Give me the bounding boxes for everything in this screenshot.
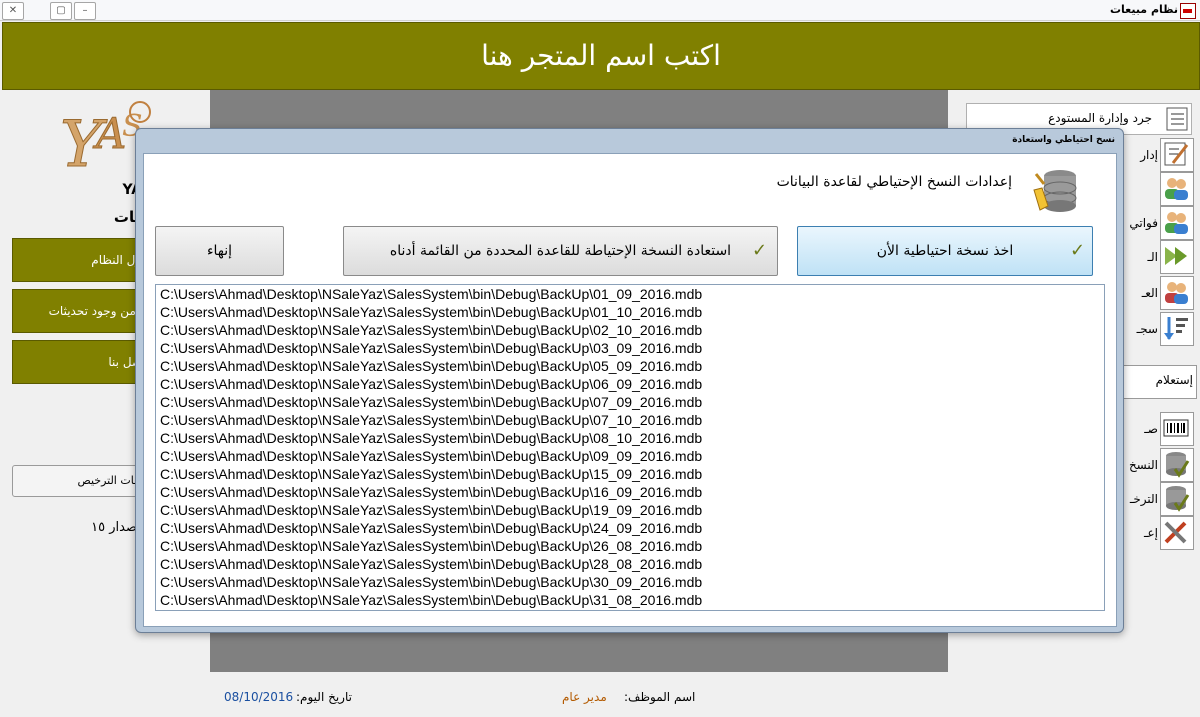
- list-item[interactable]: C:\Users\Ahmad\Desktop\NSaleYaz\SalesSys…: [156, 591, 1104, 609]
- minimize-button[interactable]: –: [74, 2, 96, 20]
- store-banner: اكتب اسم المتجر هنا: [2, 22, 1200, 90]
- app-icon: [1180, 3, 1196, 19]
- list-item[interactable]: C:\Users\Ahmad\Desktop\NSaleYaz\SalesSys…: [156, 339, 1104, 357]
- restore-icon: ▢: [56, 5, 66, 16]
- inventory-label: جرد وإدارة المستودع: [1048, 111, 1152, 125]
- settings-nav-button[interactable]: [1160, 516, 1194, 550]
- store-name[interactable]: اكتب اسم المتجر هنا: [3, 23, 1199, 89]
- minimize-icon: –: [82, 5, 88, 16]
- database-icon: [1166, 452, 1190, 478]
- records-button[interactable]: [1160, 312, 1194, 346]
- restore-backup-label: استعادة النسخة الإحتياطة للقاعدة المحددة…: [389, 243, 732, 259]
- invoices-button[interactable]: [1160, 206, 1194, 240]
- check-updates-button[interactable]: ق من وجود تحديثات: [12, 289, 150, 333]
- users-icon: [1165, 178, 1188, 200]
- barcode-icon: [1163, 419, 1189, 437]
- list-item[interactable]: C:\Users\Ahmad\Desktop\NSaleYaz\SalesSys…: [156, 393, 1104, 411]
- check-icon: ✓: [752, 240, 768, 261]
- list-item[interactable]: C:\Users\Ahmad\Desktop\NSaleYaz\SalesSys…: [156, 321, 1104, 339]
- list-item[interactable]: C:\Users\Ahmad\Desktop\NSaleYaz\SalesSys…: [156, 573, 1104, 591]
- clients-button[interactable]: [1160, 276, 1194, 310]
- date-value: 08/10/2016: [224, 690, 294, 704]
- tools-icon: [1164, 521, 1187, 544]
- list-item[interactable]: C:\Users\Ahmad\Desktop\NSaleYaz\SalesSys…: [156, 555, 1104, 573]
- check-icon: ✓: [1070, 240, 1086, 261]
- close-button[interactable]: ✕: [2, 2, 24, 20]
- customers-icon: [1165, 212, 1188, 234]
- forward-arrow-icon: [1165, 247, 1187, 265]
- list-item[interactable]: C:\Users\Ahmad\Desktop\NSaleYaz\SalesSys…: [156, 465, 1104, 483]
- sort-icon: [1164, 317, 1188, 340]
- query-label: إستعلام: [1155, 373, 1193, 387]
- backup-nav-button[interactable]: [1160, 448, 1194, 482]
- barcode-button[interactable]: [1160, 412, 1194, 446]
- list-item[interactable]: C:\Users\Ahmad\Desktop\NSaleYaz\SalesSys…: [156, 501, 1104, 519]
- dialog-heading: إعدادات النسخ الإحتياطي لقاعدة البيانات: [776, 174, 1012, 190]
- license-info-button[interactable]: لومات الترخيص: [12, 465, 150, 497]
- list-item[interactable]: C:\Users\Ahmad\Desktop\NSaleYaz\SalesSys…: [156, 537, 1104, 555]
- about-system-button[interactable]: حول النظام: [12, 238, 150, 282]
- window-titlebar: ✕ ▢ – نظام مبيعات: [0, 0, 1200, 21]
- close-icon: ✕: [8, 5, 18, 16]
- date-label: تاريخ اليوم:: [296, 690, 352, 704]
- window-title: نظام مبيعات: [1109, 3, 1178, 16]
- employee-value: مدير عام: [562, 690, 607, 704]
- restore-backup-button[interactable]: ✓ استعادة النسخة الإحتياطة للقاعدة المحد…: [343, 226, 778, 276]
- dialog-title: نسخ احتياطي واستعادة: [1012, 135, 1115, 145]
- list-item[interactable]: C:\Users\Ahmad\Desktop\NSaleYaz\SalesSys…: [156, 429, 1104, 447]
- management-button[interactable]: [1160, 138, 1194, 172]
- take-backup-button[interactable]: ✓ اخذ نسخة احتياطية الأن: [797, 226, 1093, 276]
- license-database-icon: [1166, 486, 1190, 512]
- list-item[interactable]: C:\Users\Ahmad\Desktop\NSaleYaz\SalesSys…: [156, 285, 1104, 303]
- license-nav-button[interactable]: [1160, 482, 1194, 516]
- list-item[interactable]: C:\Users\Ahmad\Desktop\NSaleYaz\SalesSys…: [156, 519, 1104, 537]
- contact-us-button[interactable]: إتصل بنا: [12, 340, 150, 384]
- list-item[interactable]: C:\Users\Ahmad\Desktop\NSaleYaz\SalesSys…: [156, 447, 1104, 465]
- forward-button[interactable]: [1160, 240, 1194, 274]
- list-item[interactable]: C:\Users\Ahmad\Desktop\NSaleYaz\SalesSys…: [156, 303, 1104, 321]
- list-item[interactable]: C:\Users\Ahmad\Desktop\NSaleYaz\SalesSys…: [156, 483, 1104, 501]
- database-settings-icon: [1033, 170, 1077, 212]
- list-icon: [1166, 107, 1188, 131]
- list-item[interactable]: C:\Users\Ahmad\Desktop\NSaleYaz\SalesSys…: [156, 411, 1104, 429]
- edit-list-icon: [1164, 142, 1189, 166]
- take-backup-label: اخذ نسخة احتياطية الأن: [876, 243, 1014, 259]
- users-button[interactable]: [1160, 172, 1194, 206]
- backup-file-list[interactable]: C:\Users\Ahmad\Desktop\NSaleYaz\SalesSys…: [155, 284, 1105, 611]
- list-item[interactable]: C:\Users\Ahmad\Desktop\NSaleYaz\SalesSys…: [156, 375, 1104, 393]
- finish-button[interactable]: إنهاء: [155, 226, 284, 276]
- clients-icon: [1165, 282, 1188, 304]
- restore-button[interactable]: ▢: [50, 2, 72, 20]
- version-label: الاصدار ١٥: [91, 520, 148, 535]
- list-item[interactable]: C:\Users\Ahmad\Desktop\NSaleYaz\SalesSys…: [156, 357, 1104, 375]
- employee-label: اسم الموظف:: [624, 690, 696, 704]
